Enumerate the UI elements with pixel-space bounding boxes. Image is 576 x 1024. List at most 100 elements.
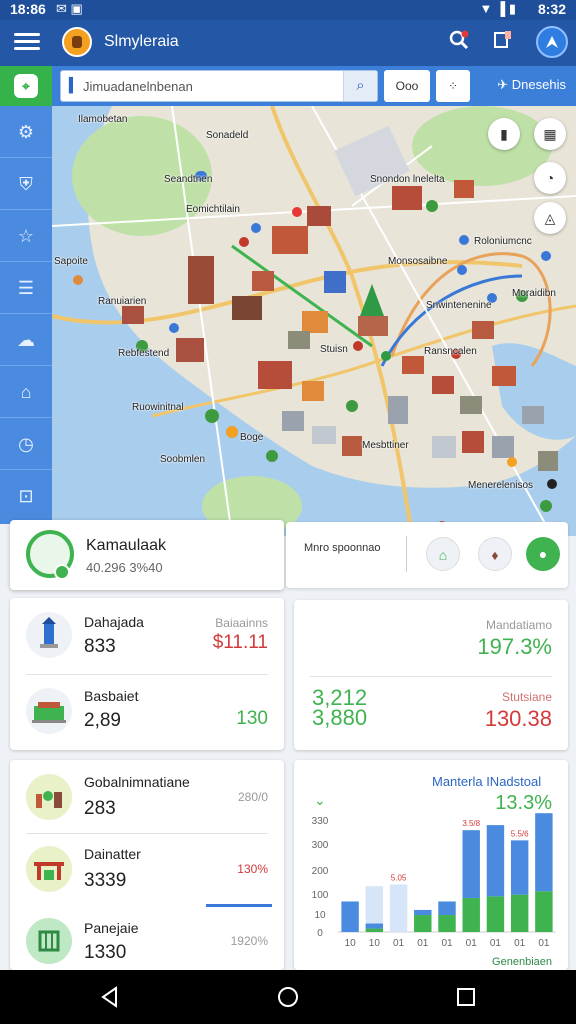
bag-icon[interactable]: ⌂ bbox=[0, 366, 52, 418]
app-title: Slmyleraia bbox=[104, 33, 179, 50]
chart-bar bbox=[365, 928, 384, 932]
stat-right-value: $11.11 bbox=[212, 632, 268, 653]
go-icon[interactable]: ● bbox=[526, 537, 560, 571]
chart-bar bbox=[414, 909, 432, 916]
back-icon[interactable] bbox=[98, 985, 122, 1009]
pin-icon[interactable]: ♦ bbox=[478, 537, 512, 571]
search-input[interactable]: Jimuadanelnbenan bbox=[83, 79, 193, 94]
location-icon: ▍ bbox=[69, 77, 80, 93]
bar-data-label: 5.5/6 bbox=[511, 829, 529, 838]
chart-bar bbox=[462, 830, 480, 899]
locate-icon[interactable]: ◔ bbox=[534, 162, 566, 194]
sidebar: ⚙ ⛨ ☆ ☰ ☁ ⌂ ◷ ⊡ bbox=[0, 106, 52, 524]
stat-row[interactable]: Gobalnimnatiane 283 280/0 bbox=[10, 760, 284, 832]
chart-bar bbox=[486, 825, 505, 897]
search-submit-icon[interactable]: ⌕ bbox=[343, 71, 377, 101]
x-tick-label: 01 bbox=[538, 938, 550, 949]
star-icon[interactable]: ☆ bbox=[0, 210, 52, 262]
map-label: Roloniumcnc bbox=[474, 236, 532, 247]
y-tick-label: 0 bbox=[317, 928, 323, 939]
status-bar: 18:86 ✉ ▣ ▼ ▐ ▮ 8:32 bbox=[0, 0, 576, 20]
filter-button[interactable]: Ooo bbox=[384, 70, 430, 102]
card-b-top-value: 197.3% bbox=[477, 634, 552, 659]
stat-title: Gobalnimnatiane bbox=[84, 774, 190, 790]
stats-card-b: Mandatiamo 197.3% 3,212 3,880 Stutsiane … bbox=[294, 600, 568, 750]
directions-label: Dnesehis bbox=[511, 77, 566, 92]
chart-bar bbox=[510, 840, 529, 895]
edit-icon[interactable] bbox=[488, 28, 518, 58]
x-tick-label: 10 bbox=[345, 938, 357, 949]
recents-icon[interactable] bbox=[454, 985, 478, 1009]
map-label: Boge bbox=[240, 432, 264, 443]
x-tick-label: 01 bbox=[417, 938, 429, 949]
stat-title: Panejaie bbox=[84, 920, 139, 936]
home-icon[interactable] bbox=[276, 985, 300, 1009]
clock-icon[interactable]: ◷ bbox=[0, 418, 52, 470]
lighthouse-icon bbox=[26, 612, 72, 658]
stat-right-label: 280/0 bbox=[237, 790, 268, 804]
chat-icon[interactable]: ☁ bbox=[0, 314, 52, 366]
stat-title: Basbaiet bbox=[84, 688, 139, 704]
y-tick-label: 330 bbox=[312, 816, 329, 827]
x-tick-label: 10 bbox=[369, 938, 381, 949]
layers-icon[interactable]: ◬ bbox=[534, 202, 566, 234]
stat-row[interactable]: Dainatter 3339 130% bbox=[10, 834, 284, 906]
stat-right-label: 130% bbox=[237, 862, 268, 876]
pavilion-icon bbox=[26, 918, 72, 964]
map-label: Ruowinitnal bbox=[132, 402, 184, 413]
map-label: Stuisn bbox=[320, 344, 348, 355]
map-label: Snondon lnelelta bbox=[370, 174, 445, 185]
stat-value: 1330 bbox=[84, 942, 127, 963]
gear-icon[interactable]: ⚙ bbox=[0, 106, 52, 158]
home-button[interactable]: ⌖ bbox=[0, 66, 52, 106]
directions-button[interactable]: ✈ Dnesehis bbox=[497, 77, 566, 93]
navigation-icon[interactable] bbox=[536, 26, 568, 58]
x-tick-label: 01 bbox=[490, 938, 502, 949]
chart-bar bbox=[389, 884, 408, 932]
map-canvas bbox=[52, 106, 576, 536]
status-time: 18:86 bbox=[10, 1, 46, 17]
y-tick-label: 300 bbox=[312, 840, 329, 851]
place-marker-icon bbox=[26, 530, 74, 580]
compass-icon[interactable]: ▮ bbox=[488, 118, 520, 150]
card-b-left-value-2: 3,880 bbox=[312, 705, 368, 730]
map-label: Snwintenenine bbox=[426, 300, 492, 311]
map-type-icon[interactable]: ▦ bbox=[534, 118, 566, 150]
place-card[interactable]: Kamaulaak 40.296 3%40 bbox=[10, 520, 284, 590]
stat-value: 833 bbox=[84, 636, 116, 657]
stat-row[interactable]: Dahajada 833 Baiaainns $11.11 bbox=[10, 598, 284, 674]
stat-right-label: 1920% bbox=[230, 934, 268, 948]
notification-icons: ✉ ▣ bbox=[56, 1, 83, 16]
stat-title: Dahajada bbox=[84, 614, 144, 630]
list-icon[interactable]: ☰ bbox=[0, 262, 52, 314]
map-view[interactable]: Ilamobetan Sonadeld Seandtnen Eomichtila… bbox=[52, 106, 576, 536]
divider bbox=[310, 676, 552, 677]
map-label: Seandtnen bbox=[164, 174, 213, 185]
chart-card: Manterla INadstoal 13.3% ⌄ 330 300 200 100 1… bbox=[294, 760, 568, 970]
stat-row[interactable]: Panejaie 1330 1920% bbox=[10, 908, 284, 970]
store-icon[interactable]: ⌂ bbox=[426, 537, 460, 571]
search-icon[interactable] bbox=[444, 28, 474, 58]
map-label: Sapoite bbox=[54, 256, 88, 267]
place-coordinates: 40.296 3%40 bbox=[86, 560, 163, 575]
search-field[interactable]: ▍ Jimuadanelnbenan ⌕ bbox=[60, 70, 378, 102]
chart-bar bbox=[535, 813, 553, 892]
map-pin-icon: ⌖ bbox=[14, 74, 38, 98]
card-b-top-label: Mandatiamo bbox=[485, 618, 552, 632]
stat-row[interactable]: Basbaiet 2,89 130 bbox=[10, 674, 284, 750]
layers-button[interactable]: ⁘ bbox=[436, 70, 470, 102]
map-label: Eomichtilain bbox=[186, 204, 240, 215]
map-label: Soobmlen bbox=[160, 454, 206, 465]
shield-icon[interactable]: ⛨ bbox=[0, 158, 52, 210]
place-name: Kamaulaak bbox=[86, 537, 167, 554]
map-label: Ranuiarien bbox=[98, 296, 147, 307]
map-label: Sonadeld bbox=[206, 130, 249, 141]
y-tick-label: 200 bbox=[312, 866, 329, 877]
map-label: Mesbttiner bbox=[362, 440, 409, 451]
bar-data-label: 3.5/8 bbox=[462, 819, 480, 828]
lock-icon[interactable]: ⊡ bbox=[0, 470, 52, 522]
chart-bar bbox=[462, 898, 480, 932]
map-label: Monsosaibne bbox=[388, 256, 448, 267]
system-nav-bar bbox=[0, 970, 576, 1024]
menu-icon[interactable] bbox=[14, 30, 40, 54]
